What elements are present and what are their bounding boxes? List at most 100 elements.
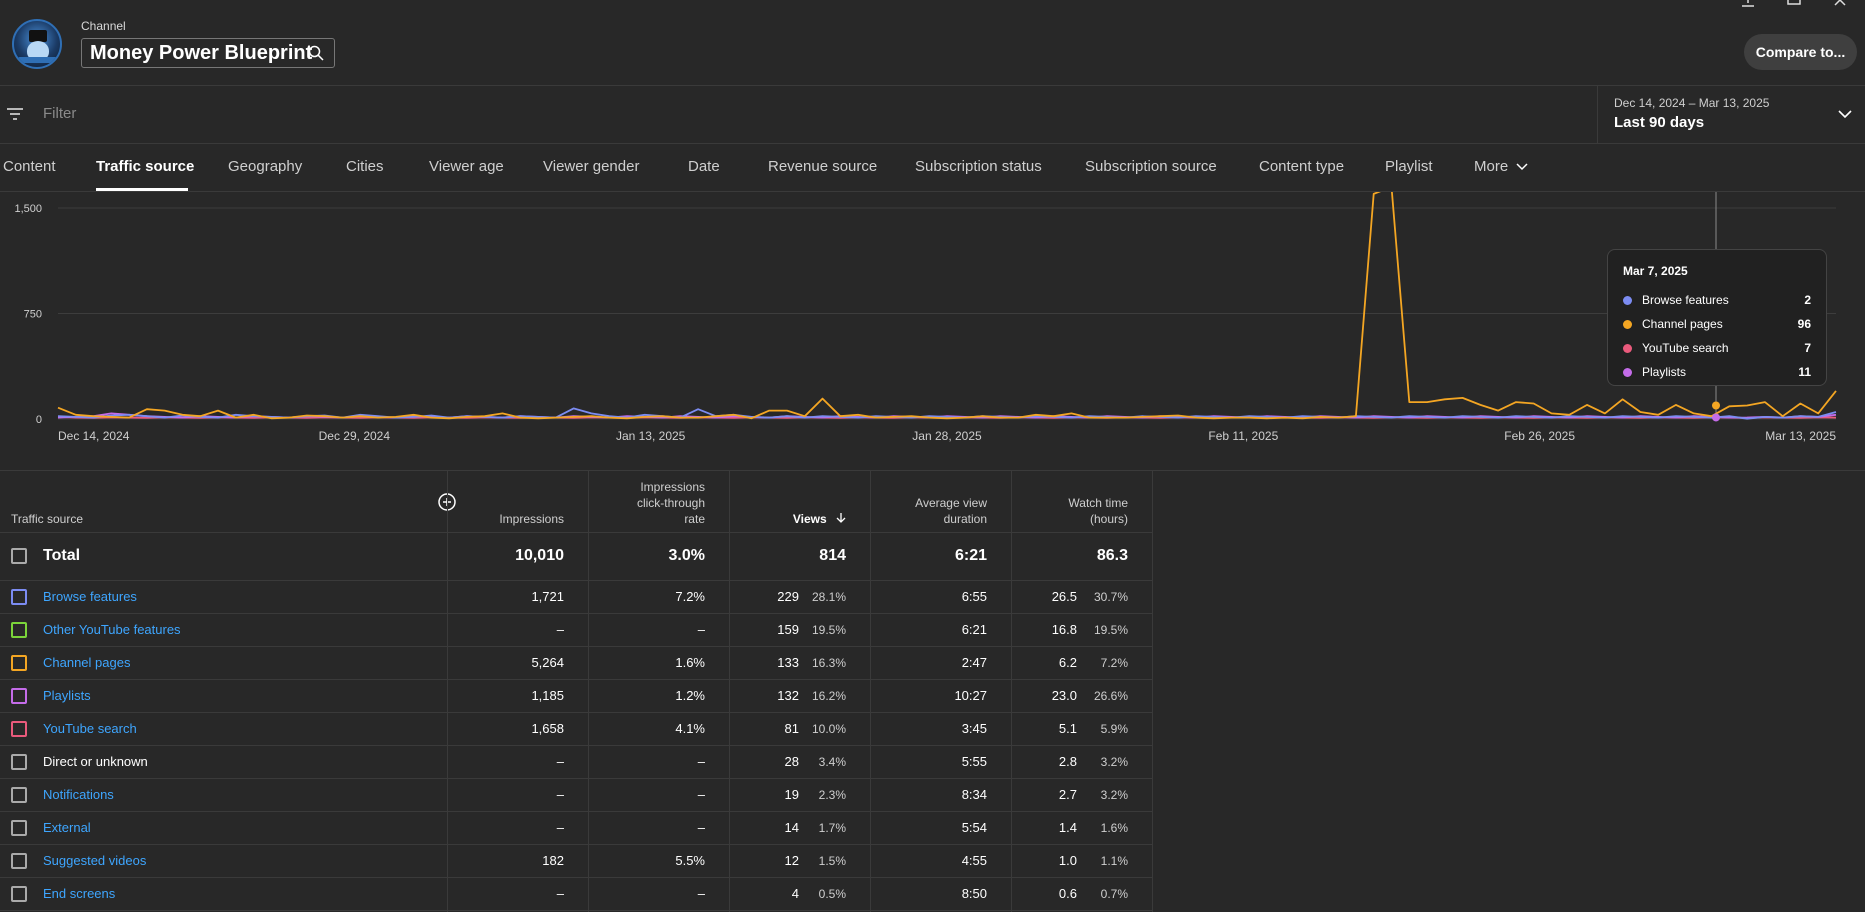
tooltip-series-value: 2 bbox=[1804, 293, 1811, 307]
row-views-percent: 2.3% bbox=[818, 788, 846, 802]
col-watch-time[interactable]: Watch time (hours) bbox=[1019, 495, 1128, 527]
tab-viewer-gender[interactable]: Viewer gender bbox=[543, 158, 639, 175]
row-views: 229 bbox=[777, 589, 799, 604]
tab-traffic-source[interactable]: Traffic source bbox=[96, 158, 194, 175]
table-row: YouTube search 1,658 4.1% 81 10.0% 3:45 5.1 5.9… bbox=[0, 713, 1152, 746]
table-row: Suggested videos 182 5.5% 12 1.5% 4:55 1.0 1.1% bbox=[0, 845, 1152, 878]
row-checkbox[interactable] bbox=[11, 853, 27, 869]
row-views: 132 bbox=[777, 688, 799, 703]
col-traffic-source[interactable]: Traffic source bbox=[11, 511, 83, 527]
row-checkbox[interactable] bbox=[11, 820, 27, 836]
row-watch-time: 1.4 bbox=[1058, 820, 1077, 835]
row-checkbox[interactable] bbox=[11, 589, 27, 605]
row-watch-time: 2.8 bbox=[1058, 754, 1077, 769]
col-ctr[interactable]: Impressions click-through rate bbox=[596, 479, 705, 527]
traffic-source-link[interactable]: End screens bbox=[43, 886, 115, 901]
filter-icon[interactable] bbox=[6, 106, 24, 127]
tab-subscription-source[interactable]: Subscription source bbox=[1085, 158, 1217, 175]
tooltip-row: Channel pages 96 bbox=[1623, 312, 1811, 336]
table-row: Browse features 1,721 7.2% 229 28.1% 6:55 26.5… bbox=[0, 581, 1152, 614]
date-range-label: Last 90 days bbox=[1614, 114, 1705, 131]
row-checkbox[interactable] bbox=[11, 754, 27, 770]
col-average-view-duration[interactable]: Average view duration bbox=[878, 495, 987, 527]
tooltip-series-name: Browse features bbox=[1642, 293, 1729, 307]
row-ctr: – bbox=[697, 820, 705, 835]
chevron-down-icon[interactable] bbox=[1838, 106, 1852, 124]
close-icon[interactable] bbox=[1832, 0, 1848, 13]
tab-date[interactable]: Date bbox=[688, 158, 720, 175]
row-impressions: 1,721 bbox=[531, 589, 564, 604]
row-avd: 6:55 bbox=[961, 589, 987, 604]
series-dot-icon bbox=[1623, 367, 1632, 377]
row-watch-percent: 5.9% bbox=[1100, 722, 1128, 736]
filter-input[interactable]: Filter bbox=[43, 105, 76, 122]
row-watch-percent: 3.2% bbox=[1100, 755, 1128, 769]
traffic-source-link[interactable]: Channel pages bbox=[43, 655, 130, 670]
row-watch-percent: 7.2% bbox=[1100, 656, 1128, 670]
row-avd: 8:34 bbox=[961, 787, 987, 802]
row-checkbox[interactable] bbox=[11, 622, 27, 638]
row-ctr: 5.5% bbox=[675, 853, 705, 868]
feedback-icon[interactable] bbox=[1786, 0, 1802, 13]
tooltip-series-name: Playlists bbox=[1642, 365, 1687, 379]
tab-more[interactable]: More bbox=[1474, 158, 1528, 175]
row-views-percent: 16.3% bbox=[811, 656, 846, 670]
y-tick-label: 750 bbox=[24, 309, 42, 321]
tooltip-row: YouTube search 7 bbox=[1623, 336, 1811, 360]
tab-geography[interactable]: Geography bbox=[228, 158, 302, 175]
row-watch-time: 0.6 bbox=[1058, 886, 1077, 901]
channel-header: Channel Money Power Blueprint Compare to… bbox=[0, 0, 1865, 86]
x-tick-label: Feb 26, 2025 bbox=[1504, 429, 1575, 443]
col-impressions[interactable]: Impressions bbox=[455, 511, 564, 527]
col-ctr-line1: Impressions bbox=[640, 480, 705, 494]
traffic-source-link[interactable]: Notifications bbox=[43, 787, 114, 802]
row-checkbox[interactable] bbox=[11, 886, 27, 902]
tab-playlist[interactable]: Playlist bbox=[1385, 158, 1433, 175]
row-impressions: 182 bbox=[542, 853, 564, 868]
total-checkbox[interactable] bbox=[11, 548, 27, 564]
table-row: Other YouTube features – – 159 19.5% 6:21 16.8… bbox=[0, 614, 1152, 647]
row-checkbox[interactable] bbox=[11, 688, 27, 704]
tab-cities[interactable]: Cities bbox=[346, 158, 384, 175]
tab-viewer-age[interactable]: Viewer age bbox=[429, 158, 504, 175]
row-checkbox[interactable] bbox=[11, 721, 27, 737]
row-avd: 3:45 bbox=[961, 721, 987, 736]
tab-content-type[interactable]: Content type bbox=[1259, 158, 1344, 175]
channel-selector[interactable]: Money Power Blueprint bbox=[81, 38, 335, 68]
traffic-source-link[interactable]: Playlists bbox=[43, 688, 91, 703]
traffic-source-link[interactable]: Suggested videos bbox=[43, 853, 146, 868]
col-avd-line2: duration bbox=[943, 512, 987, 526]
traffic-source-link[interactable]: YouTube search bbox=[43, 721, 137, 736]
search-icon[interactable] bbox=[308, 45, 324, 66]
download-icon[interactable] bbox=[1740, 0, 1756, 13]
tooltip-series-name: YouTube search bbox=[1642, 341, 1729, 355]
channel-avatar[interactable] bbox=[12, 19, 62, 69]
row-checkbox[interactable] bbox=[11, 787, 27, 803]
total-watch-time: 86.3 bbox=[1096, 547, 1128, 564]
row-checkbox[interactable] bbox=[11, 655, 27, 671]
series-line-channel-pages[interactable] bbox=[57, 192, 1837, 420]
traffic-source-link[interactable]: Other YouTube features bbox=[43, 622, 181, 637]
tab-subscription-status[interactable]: Subscription status bbox=[915, 158, 1042, 175]
row-watch-time: 2.7 bbox=[1058, 787, 1077, 802]
row-impressions: – bbox=[556, 886, 564, 901]
row-views-percent: 10.0% bbox=[811, 722, 846, 736]
row-impressions: 1,185 bbox=[531, 688, 564, 703]
date-range-picker[interactable]: Dec 14, 2024 – Mar 13, 2025 Last 90 days bbox=[1597, 86, 1865, 144]
row-ctr: – bbox=[697, 787, 705, 802]
total-views: 814 bbox=[819, 547, 846, 564]
x-tick-label: Jan 28, 2025 bbox=[912, 429, 982, 443]
row-ctr: – bbox=[697, 886, 705, 901]
traffic-chart[interactable]: 1,500 750 0 Dec 14, 2024 Dec 29, 2024 Jan 13,… bbox=[0, 192, 1865, 470]
col-views[interactable]: Views bbox=[737, 511, 846, 527]
channel-name: Money Power Blueprint bbox=[90, 41, 313, 64]
chevron-down-icon bbox=[1516, 163, 1528, 171]
traffic-source-link[interactable]: Browse features bbox=[43, 589, 137, 604]
traffic-table: Traffic source Impressions Impressions c… bbox=[0, 470, 1865, 912]
traffic-source-link[interactable]: External bbox=[43, 820, 91, 835]
compare-button[interactable]: Compare to... bbox=[1744, 34, 1857, 70]
tab-revenue-source[interactable]: Revenue source bbox=[768, 158, 877, 175]
filter-bar: Filter Dec 14, 2024 – Mar 13, 2025 Last … bbox=[0, 86, 1865, 144]
row-impressions: – bbox=[556, 754, 564, 769]
tab-content[interactable]: Content bbox=[3, 158, 56, 175]
